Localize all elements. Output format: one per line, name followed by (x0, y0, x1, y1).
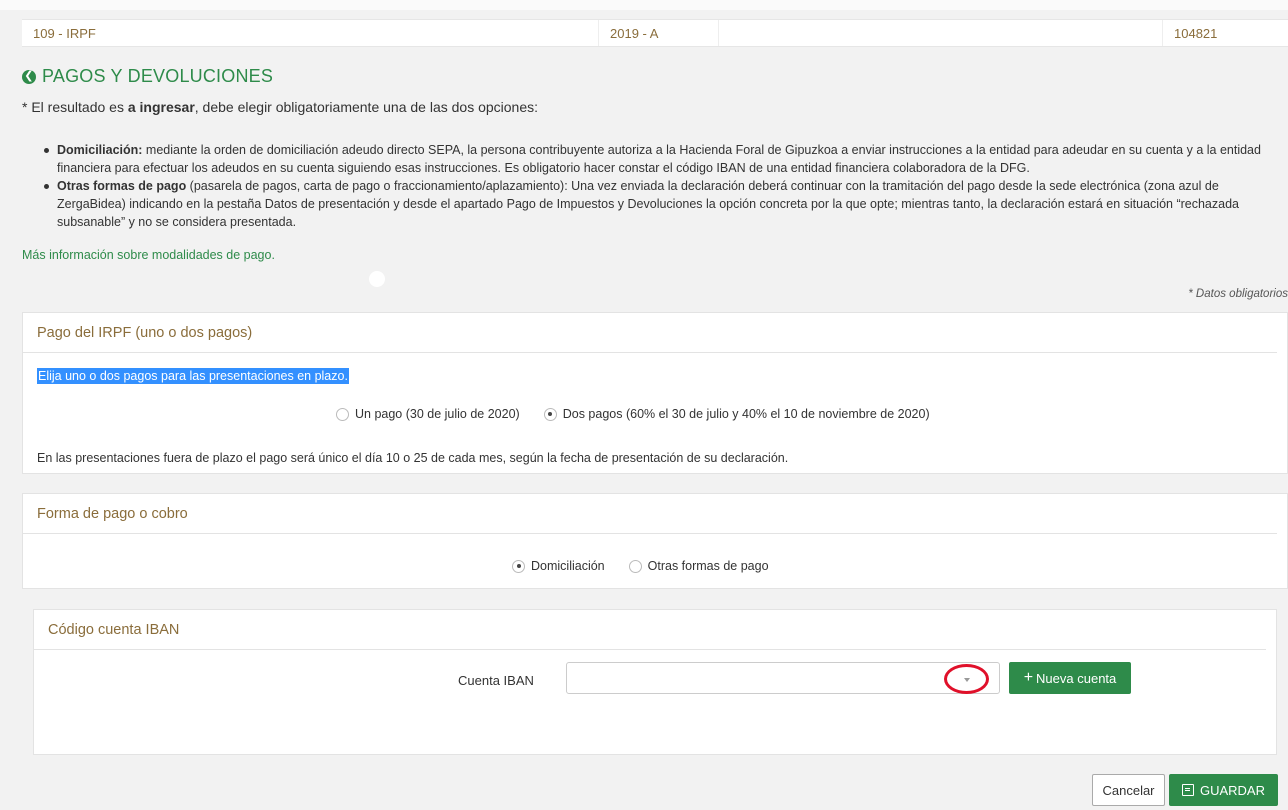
header-reference: 104821 (1174, 25, 1218, 41)
panel-title: Pago del IRPF (uno o dos pagos) (23, 313, 1277, 353)
iban-select[interactable] (566, 662, 1000, 694)
selected-instruction-text: Elija uno o dos pagos para las presentac… (37, 368, 349, 384)
intro-text: * El resultado es a ingresar, debe elegi… (22, 99, 539, 115)
payment-count-radio-group: Un pago (30 de julio de 2020) Dos pagos … (336, 407, 954, 421)
payment-options-list: Domiciliación: mediante la orden de domi… (44, 141, 1284, 231)
panel-title: Forma de pago o cobro (23, 494, 1277, 534)
list-item: Otras formas de pago (pasarela de pagos,… (44, 177, 1284, 231)
late-payment-note: En las presentaciones fuera de plazo el … (37, 451, 789, 465)
list-item: Domiciliación: mediante la orden de domi… (44, 141, 1284, 177)
radio-other-methods[interactable]: Otras formas de pago (628, 559, 769, 573)
arrow-left-circle-icon[interactable]: ❮ (22, 69, 36, 84)
mouse-cursor-icon (369, 271, 385, 287)
panel-title: Código cuenta IBAN (34, 610, 1266, 650)
plus-icon: + (1023, 669, 1034, 686)
payment-method-radio-group: Domiciliación Otras formas de pago (512, 559, 793, 573)
cancel-button[interactable]: Cancelar (1092, 774, 1165, 806)
new-account-button[interactable]: + Nueva cuenta (1009, 662, 1131, 694)
caret-down-icon[interactable] (964, 678, 970, 682)
top-strip (0, 0, 1288, 10)
section-title[interactable]: ❮ PAGOS Y DEVOLUCIONES (22, 66, 273, 87)
floppy-disk-icon (1181, 784, 1194, 796)
more-info-link[interactable]: Más información sobre modalidades de pag… (22, 248, 275, 262)
required-fields-note: * Datos obligatorios (1188, 288, 1288, 300)
payment-method-panel: Forma de pago o cobro Domiciliación Otra… (22, 493, 1288, 589)
header-period: 2019 - A (599, 20, 719, 46)
header-model: 109 - IRPF (22, 20, 599, 46)
radio-direct-debit[interactable]: Domiciliación (512, 559, 605, 573)
radio-checked-icon[interactable] (512, 559, 525, 573)
payment-count-panel: Pago del IRPF (uno o dos pagos) Elija un… (22, 312, 1288, 474)
iban-dropdown-toggle[interactable] (944, 664, 989, 694)
radio-circle-icon[interactable] (628, 559, 642, 573)
radio-one-payment[interactable]: Un pago (30 de julio de 2020) (336, 407, 520, 421)
declaration-header-row: 109 - IRPF 2019 - A 104821 (22, 19, 1288, 47)
intro-bold: a ingresar (127, 99, 195, 115)
radio-circle-icon[interactable] (336, 407, 349, 421)
save-button[interactable]: GUARDAR (1169, 774, 1278, 806)
iban-label: Cuenta IBAN (458, 673, 534, 688)
iban-panel: Código cuenta IBAN Cuenta IBAN + Nueva c… (33, 609, 1277, 755)
radio-checked-icon[interactable] (543, 407, 557, 421)
header-blank (719, 20, 1163, 46)
radio-two-payments[interactable]: Dos pagos (60% el 30 de julio y 40% el 1… (543, 407, 930, 421)
section-title-text: PAGOS Y DEVOLUCIONES (42, 66, 274, 86)
